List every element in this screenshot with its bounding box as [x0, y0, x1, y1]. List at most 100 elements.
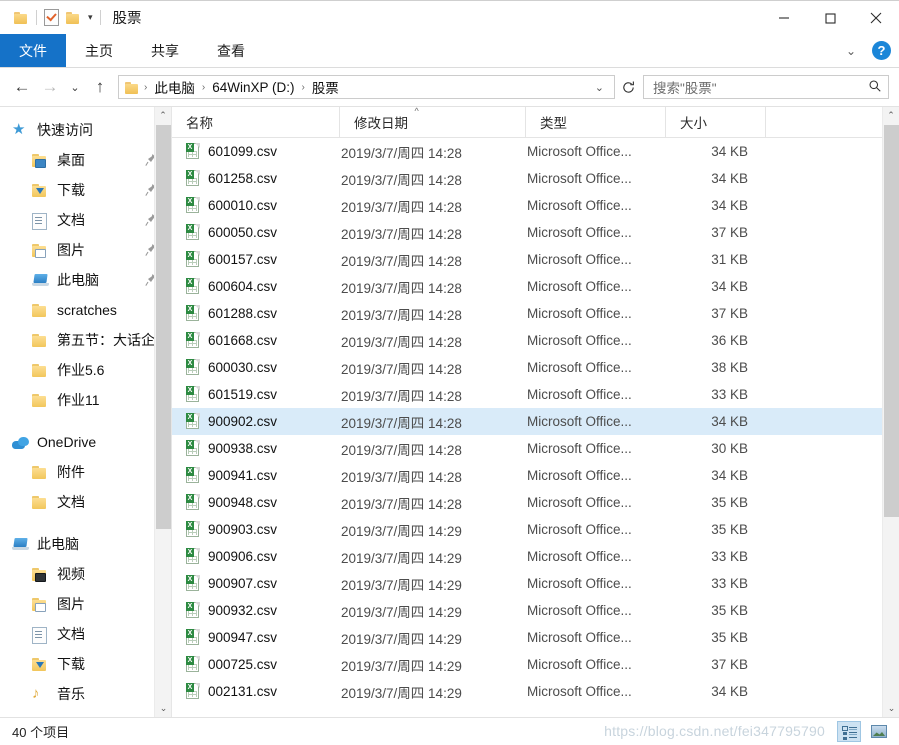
explorer-window: ▾ 股票 文件 主页 共享 查看 ⌄ ? ← → ⌄ ↑ › 此电脑 › 64W…: [0, 0, 899, 745]
item-count-label: 40 个项目: [12, 725, 70, 740]
cell-date: 2019/3/7/周四 14:28: [341, 415, 462, 431]
recent-locations-button[interactable]: ⌄: [64, 73, 86, 101]
tab-share[interactable]: 共享: [132, 34, 198, 67]
table-row[interactable]: X 900906.csv 2019/3/7/周四 14:29 Microsoft Of…: [172, 543, 899, 570]
sidebar-item-homework56[interactable]: 作业5.6: [0, 355, 171, 385]
sidebar-item-label: 音乐: [57, 686, 85, 702]
sidebar-item-label: 下载: [57, 656, 85, 672]
cell-size: 35 KB: [711, 495, 748, 510]
table-row[interactable]: X 900932.csv 2019/3/7/周四 14:29 Microsoft Of…: [172, 597, 899, 624]
window-title: 股票: [112, 11, 142, 27]
sidebar-item-documents[interactable]: 文档: [0, 205, 171, 235]
table-row[interactable]: X 600604.csv 2019/3/7/周四 14:28 Microsoft Of…: [172, 273, 899, 300]
maximize-button[interactable]: [807, 1, 853, 34]
cell-name: X 000725.csv: [172, 656, 340, 673]
table-row[interactable]: X 900947.csv 2019/3/7/周四 14:29 Microsoft Of…: [172, 624, 899, 651]
sidebar-item-desktop[interactable]: 桌面: [0, 145, 171, 175]
chevron-down-icon[interactable]: ⌄: [842, 44, 860, 58]
up-button[interactable]: ↑: [86, 73, 114, 101]
sidebar-item-music[interactable]: ♪ 音乐: [0, 679, 171, 709]
column-header-date[interactable]: ^ 修改日期: [340, 107, 526, 137]
table-row[interactable]: X 600050.csv 2019/3/7/周四 14:28 Microsoft Of…: [172, 219, 899, 246]
table-row[interactable]: X 000725.csv 2019/3/7/周四 14:29 Microsoft Of…: [172, 651, 899, 678]
details-view-button[interactable]: [837, 721, 861, 742]
sidebar-item-attachments[interactable]: 附件: [0, 457, 171, 487]
address-bar[interactable]: › 此电脑 › 64WinXP (D:) › 股票 ⌄: [118, 75, 615, 99]
help-icon[interactable]: ?: [872, 41, 891, 60]
table-row[interactable]: X 900941.csv 2019/3/7/周四 14:28 Microsoft Of…: [172, 462, 899, 489]
forward-button[interactable]: →: [36, 73, 64, 101]
column-header-size[interactable]: 大小: [666, 107, 766, 137]
file-list-pane: 名称 ^ 修改日期 类型 大小 X 601099.csv 2019/3/7/周四 1…: [171, 107, 899, 717]
refresh-button[interactable]: [615, 75, 641, 99]
new-folder-icon[interactable]: [66, 11, 81, 24]
sidebar-item-videos[interactable]: 视频: [0, 559, 171, 589]
sidebar-group-quick-access[interactable]: ★ 快速访问: [0, 115, 171, 145]
table-row[interactable]: X 900903.csv 2019/3/7/周四 14:29 Microsoft Of…: [172, 516, 899, 543]
window-controls: [761, 1, 899, 34]
search-input[interactable]: 搜索"股票": [653, 77, 868, 97]
scrollbar-thumb[interactable]: [156, 125, 171, 529]
table-row[interactable]: X 002131.csv 2019/3/7/周四 14:29 Microsoft Of…: [172, 678, 899, 705]
file-name-label: 600030.csv: [208, 360, 278, 375]
close-button[interactable]: [853, 1, 899, 34]
cell-date: 2019/3/7/周四 14:28: [341, 253, 462, 269]
table-row[interactable]: X 601519.csv 2019/3/7/周四 14:28 Microsoft Of…: [172, 381, 899, 408]
sidebar-item-homework11[interactable]: 作业11: [0, 385, 171, 415]
tab-file[interactable]: 文件: [0, 34, 66, 67]
column-header-blank[interactable]: [766, 107, 899, 137]
table-row[interactable]: X 900902.csv 2019/3/7/周四 14:28 Microsoft Of…: [172, 408, 899, 435]
back-button[interactable]: ←: [8, 73, 36, 101]
scrollbar-thumb[interactable]: [884, 125, 899, 517]
table-row[interactable]: X 900948.csv 2019/3/7/周四 14:28 Microsoft Of…: [172, 489, 899, 516]
large-icons-view-button[interactable]: [867, 721, 891, 742]
sidebar-item-label: 桌面: [57, 152, 85, 168]
cell-name: X 600050.csv: [172, 224, 340, 241]
computer-icon: [32, 272, 50, 288]
sidebar-item-onedrive-documents[interactable]: 文档: [0, 487, 171, 517]
breadcrumb-item-1[interactable]: 64WinXP (D:): [209, 80, 297, 95]
explorer-icon[interactable]: [14, 11, 29, 24]
scroll-up-icon[interactable]: ⌃: [883, 107, 899, 124]
scroll-down-icon[interactable]: ⌄: [883, 700, 899, 717]
properties-icon[interactable]: [44, 9, 59, 26]
csv-file-icon: X: [186, 521, 200, 538]
table-row[interactable]: X 600030.csv 2019/3/7/周四 14:28 Microsoft Of…: [172, 354, 899, 381]
sidebar-group-onedrive[interactable]: OneDrive: [0, 427, 171, 457]
scroll-up-icon[interactable]: ⌃: [155, 107, 171, 124]
customize-qat-icon[interactable]: ▾: [88, 13, 93, 22]
sidebar-scrollbar[interactable]: ⌃ ⌄: [154, 107, 171, 717]
table-row[interactable]: X 601668.csv 2019/3/7/周四 14:28 Microsoft Of…: [172, 327, 899, 354]
cell-date: 2019/3/7/周四 14:28: [341, 172, 462, 188]
table-row[interactable]: X 600010.csv 2019/3/7/周四 14:28 Microsoft Of…: [172, 192, 899, 219]
sidebar-item-pictures[interactable]: 图片: [0, 235, 171, 265]
table-row[interactable]: X 601258.csv 2019/3/7/周四 14:28 Microsoft Of…: [172, 165, 899, 192]
sidebar-item-downloads[interactable]: 下载: [0, 175, 171, 205]
sidebar-item-lesson5[interactable]: 第五节：大话企业: [0, 325, 171, 355]
breadcrumb-item-0[interactable]: 此电脑: [151, 77, 198, 97]
file-name-label: 601099.csv: [208, 144, 278, 159]
column-header-name[interactable]: 名称: [172, 107, 340, 137]
breadcrumb-item-2[interactable]: 股票: [309, 77, 342, 97]
tab-home[interactable]: 主页: [66, 34, 132, 67]
sidebar-item-scratches[interactable]: scratches: [0, 295, 171, 325]
tab-view[interactable]: 查看: [198, 34, 264, 67]
sidebar-item-this-pc[interactable]: 此电脑: [0, 265, 171, 295]
table-row[interactable]: X 900907.csv 2019/3/7/周四 14:29 Microsoft Of…: [172, 570, 899, 597]
table-row[interactable]: X 900938.csv 2019/3/7/周四 14:28 Microsoft Of…: [172, 435, 899, 462]
minimize-button[interactable]: [761, 1, 807, 34]
file-list-scrollbar[interactable]: ⌃ ⌄: [882, 107, 899, 717]
sidebar-item-pc-documents[interactable]: 文档: [0, 619, 171, 649]
column-header-type[interactable]: 类型: [526, 107, 666, 137]
table-row[interactable]: X 600157.csv 2019/3/7/周四 14:28 Microsoft Of…: [172, 246, 899, 273]
table-row[interactable]: X 601099.csv 2019/3/7/周四 14:28 Microsoft Of…: [172, 138, 899, 165]
cell-type: Microsoft Office...: [527, 414, 632, 429]
sidebar-item-pc-downloads[interactable]: 下载: [0, 649, 171, 679]
sidebar-item-pc-pictures[interactable]: 图片: [0, 589, 171, 619]
chevron-down-icon[interactable]: ⌄: [589, 81, 610, 94]
scroll-down-icon[interactable]: ⌄: [155, 700, 171, 717]
sidebar-group-this-pc[interactable]: 此电脑: [0, 529, 171, 559]
search-icon[interactable]: [868, 79, 882, 96]
search-box[interactable]: 搜索"股票": [643, 75, 889, 99]
table-row[interactable]: X 601288.csv 2019/3/7/周四 14:28 Microsoft Of…: [172, 300, 899, 327]
